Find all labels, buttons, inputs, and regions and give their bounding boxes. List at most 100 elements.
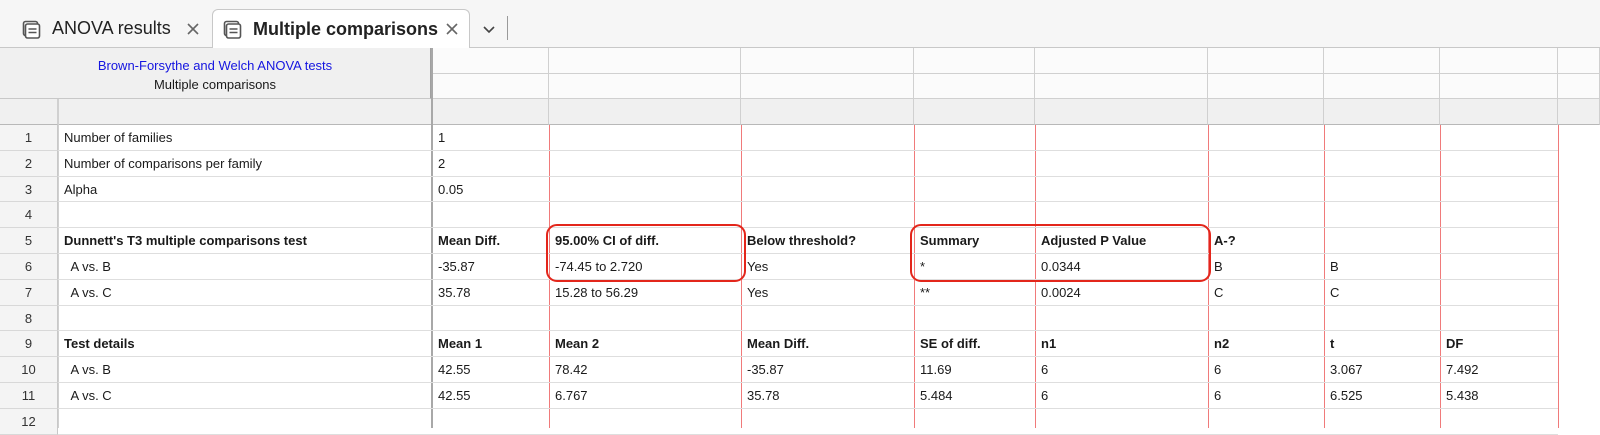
table-cell[interactable]: B [1324, 254, 1440, 280]
table-cell[interactable] [741, 306, 914, 331]
table-cell[interactable]: Summary [914, 228, 1035, 254]
table-cell[interactable] [741, 125, 914, 151]
row-label-cell[interactable]: Test details [58, 331, 432, 357]
column-subtitle-cell[interactable] [914, 74, 1035, 99]
table-cell[interactable]: 6.767 [549, 383, 741, 409]
column-header-cell[interactable] [1324, 99, 1440, 125]
close-icon[interactable] [184, 20, 202, 38]
table-cell[interactable] [1035, 409, 1208, 435]
table-cell[interactable]: 3.067 [1324, 357, 1440, 383]
table-cell[interactable] [914, 177, 1035, 202]
table-cell[interactable] [1035, 202, 1208, 228]
table-cell[interactable]: ** [914, 280, 1035, 306]
column-header-cell[interactable] [1558, 99, 1600, 125]
table-cell[interactable] [1440, 409, 1558, 435]
table-cell[interactable]: C [1208, 280, 1324, 306]
table-cell[interactable]: 7.492 [1440, 357, 1558, 383]
table-cell[interactable]: n2 [1208, 331, 1324, 357]
row-number[interactable]: 4 [0, 202, 58, 228]
table-cell[interactable]: 35.78 [741, 383, 914, 409]
row-number[interactable]: 11 [0, 383, 58, 409]
column-title-cell[interactable] [914, 48, 1035, 74]
table-cell[interactable] [432, 202, 549, 228]
table-cell[interactable]: 0.0024 [1035, 280, 1208, 306]
table-cell[interactable]: -74.45 to 2.720 [549, 254, 741, 280]
table-cell[interactable] [1324, 151, 1440, 177]
table-cell[interactable] [1440, 228, 1558, 254]
table-cell[interactable] [1035, 306, 1208, 331]
row-label-cell[interactable]: A vs. C [58, 280, 432, 306]
table-cell[interactable] [549, 409, 741, 435]
column-title-cell[interactable] [1035, 48, 1208, 74]
table-cell[interactable] [549, 306, 741, 331]
table-cell[interactable]: 6 [1035, 383, 1208, 409]
table-cell[interactable]: n1 [1035, 331, 1208, 357]
tab-multiple-comparisons[interactable]: Multiple comparisons [212, 9, 470, 49]
column-title-cell[interactable] [1324, 48, 1440, 74]
table-cell[interactable] [914, 409, 1035, 435]
table-cell[interactable] [1324, 409, 1440, 435]
table-cell[interactable]: 78.42 [549, 357, 741, 383]
row-number[interactable]: 3 [0, 177, 58, 202]
table-cell[interactable]: 42.55 [432, 357, 549, 383]
table-cell[interactable]: Yes [741, 254, 914, 280]
table-cell[interactable]: 35.78 [432, 280, 549, 306]
table-cell[interactable] [914, 202, 1035, 228]
table-cell[interactable]: -35.87 [432, 254, 549, 280]
table-cell[interactable]: B [1208, 254, 1324, 280]
row-number[interactable]: 12 [0, 409, 58, 435]
table-cell[interactable] [1324, 125, 1440, 151]
table-cell[interactable]: 11.69 [914, 357, 1035, 383]
column-header-cell[interactable] [1208, 99, 1324, 125]
table-cell[interactable] [1035, 125, 1208, 151]
column-subtitle-cell[interactable] [549, 74, 741, 99]
table-cell[interactable] [1324, 228, 1440, 254]
table-cell[interactable]: DF [1440, 331, 1558, 357]
table-cell[interactable]: Mean 2 [549, 331, 741, 357]
column-title-cell[interactable] [1440, 48, 1558, 74]
table-cell[interactable]: Mean Diff. [432, 228, 549, 254]
table-cell[interactable]: 5.438 [1440, 383, 1558, 409]
row-number[interactable]: 2 [0, 151, 58, 177]
table-cell[interactable]: 6 [1035, 357, 1208, 383]
table-cell[interactable]: 0.0344 [1035, 254, 1208, 280]
table-cell[interactable] [1324, 177, 1440, 202]
column-header-cell[interactable] [1440, 99, 1558, 125]
table-cell[interactable] [1208, 409, 1324, 435]
table-cell[interactable] [1208, 177, 1324, 202]
row-label-cell[interactable]: Number of families [58, 125, 432, 151]
row-label-cell[interactable]: Alpha [58, 177, 432, 202]
table-cell[interactable]: SE of diff. [914, 331, 1035, 357]
row-number[interactable]: 7 [0, 280, 58, 306]
table-cell[interactable] [549, 202, 741, 228]
analysis-title[interactable]: Brown-Forsythe and Welch ANOVA tests [0, 58, 430, 73]
column-header-cell[interactable] [432, 99, 549, 125]
column-subtitle-cell[interactable] [741, 74, 914, 99]
table-cell[interactable]: 6.525 [1324, 383, 1440, 409]
column-subtitle-cell[interactable] [1440, 74, 1558, 99]
table-cell[interactable] [1440, 280, 1558, 306]
column-header-cell[interactable] [1035, 99, 1208, 125]
column-header-cell[interactable] [549, 99, 741, 125]
table-cell[interactable] [432, 409, 549, 435]
table-cell[interactable]: Yes [741, 280, 914, 306]
table-cell[interactable]: Below threshold? [741, 228, 914, 254]
column-title-cell[interactable] [432, 48, 549, 74]
table-cell[interactable]: 42.55 [432, 383, 549, 409]
table-cell[interactable]: 0.05 [432, 177, 549, 202]
row-number[interactable]: 6 [0, 254, 58, 280]
label-column-header[interactable] [58, 99, 432, 125]
column-title-cell[interactable] [1558, 48, 1600, 74]
column-title-cell[interactable] [741, 48, 914, 74]
column-title-cell[interactable] [549, 48, 741, 74]
table-cell[interactable]: 6 [1208, 357, 1324, 383]
column-header-cell[interactable] [914, 99, 1035, 125]
table-cell[interactable] [1440, 151, 1558, 177]
table-cell[interactable] [549, 151, 741, 177]
table-cell[interactable]: C [1324, 280, 1440, 306]
table-cell[interactable]: 15.28 to 56.29 [549, 280, 741, 306]
table-cell[interactable]: t [1324, 331, 1440, 357]
table-cell[interactable]: A-? [1208, 228, 1324, 254]
row-label-cell[interactable]: A vs. B [58, 254, 432, 280]
table-cell[interactable] [1440, 125, 1558, 151]
